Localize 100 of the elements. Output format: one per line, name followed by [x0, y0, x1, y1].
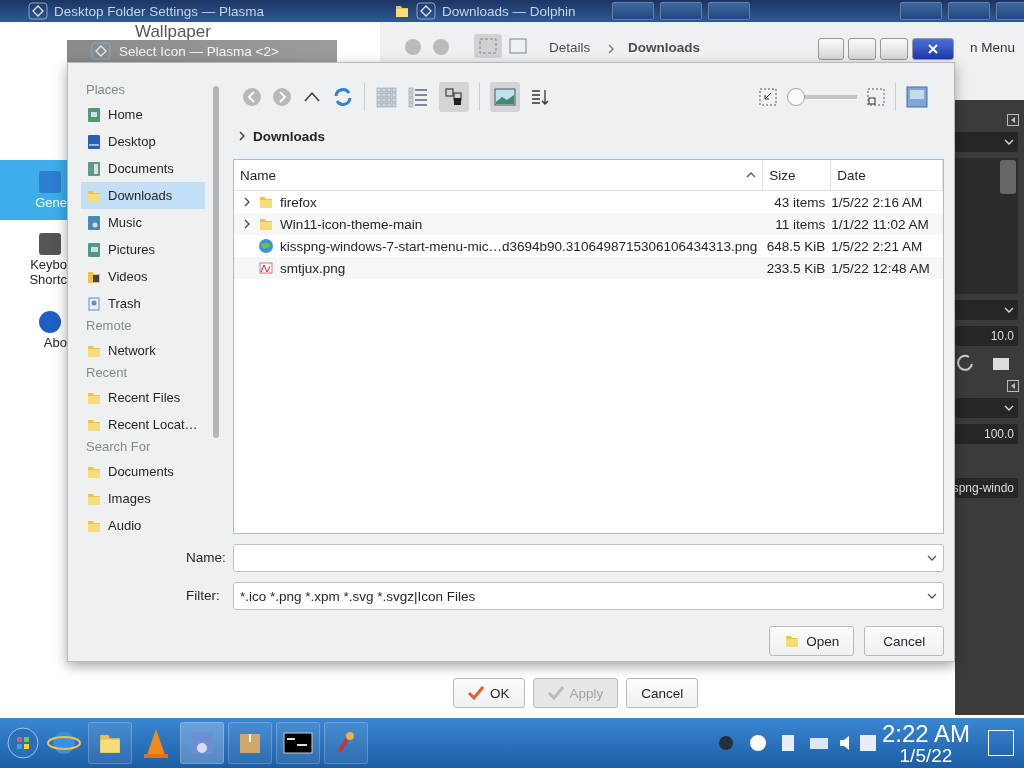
places-item[interactable]: Recent Locat…: [81, 411, 205, 438]
dropdown[interactable]: [955, 132, 1018, 152]
settings-category[interactable]: Abo: [0, 300, 67, 360]
folder-icon: [784, 633, 801, 649]
collapse-icon[interactable]: [1007, 114, 1019, 126]
chevron-icon: [242, 218, 252, 229]
list-view-icon[interactable]: [407, 86, 429, 108]
size-spinbox[interactable]: 10.0: [955, 326, 1018, 346]
places-heading: Recent: [85, 364, 129, 382]
places-item[interactable]: Trash: [81, 290, 205, 317]
maximize-button[interactable]: [880, 38, 908, 60]
zoom-out-icon[interactable]: [759, 88, 778, 106]
icon-view-icon[interactable]: [375, 86, 397, 108]
file-date: 1/5/22 12:48 AM: [831, 260, 930, 276]
places-item[interactable]: Audio: [81, 512, 205, 539]
close-button[interactable]: [912, 38, 954, 60]
chevron-icon: [1004, 403, 1014, 413]
places-item[interactable]: Documents: [81, 458, 205, 485]
places-heading: Places: [85, 81, 127, 99]
cancel-button[interactable]: Cancel: [626, 678, 699, 708]
file-size: 648.5 KiB: [766, 238, 826, 254]
places-item[interactable]: Desktop: [81, 128, 205, 155]
forward-icon[interactable]: [272, 87, 292, 107]
show-desktop-button[interactable]: [988, 730, 1014, 756]
system-tray-icons[interactable]: [717, 732, 878, 754]
file-row[interactable]: smtjux.png 233.5 KiB 1/5/22 12:48 AM: [234, 257, 944, 279]
file-date: 1/5/22 2:21 AM: [831, 238, 923, 254]
places-item[interactable]: Downloads: [81, 182, 205, 209]
location-crumb[interactable]: Downloads: [253, 128, 325, 144]
window-title: Downloads — Dolphin: [442, 3, 576, 19]
start-orb-icon[interactable]: [6, 726, 40, 760]
terminal-icon: [283, 732, 313, 754]
places-item[interactable]: Documents: [81, 155, 205, 182]
chevron-icon: [606, 44, 616, 54]
taskbar-app[interactable]: [276, 722, 320, 764]
chevron-icon: [1004, 137, 1014, 147]
dialog-title: Select Icon — Plasma <2>: [119, 43, 279, 59]
help-button[interactable]: [818, 38, 844, 60]
folder-icon: [258, 194, 274, 210]
desktop-icon: [86, 133, 102, 150]
tree-view-button[interactable]: [439, 82, 469, 112]
open-button[interactable]: Open: [769, 626, 855, 656]
settings-category[interactable]: Keybo Shortc: [0, 220, 67, 300]
landscape-icon: [494, 88, 516, 106]
collapse-icon[interactable]: [1007, 380, 1019, 392]
places-item[interactable]: Network: [81, 337, 205, 364]
name-field[interactable]: [233, 544, 945, 572]
scrollbar[interactable]: [213, 86, 219, 438]
places-item[interactable]: Home: [81, 101, 205, 128]
chevron-icon: [927, 591, 938, 601]
places-item[interactable]: Music: [81, 209, 205, 236]
menu-label[interactable]: n Menu: [970, 40, 1016, 55]
opacity-spinbox[interactable]: 100.0: [955, 424, 1018, 444]
places-item[interactable]: Pictures: [81, 236, 205, 263]
back-icon[interactable]: [242, 87, 262, 107]
file-date: 1/5/22 2:16 AM: [831, 194, 923, 210]
ok-button[interactable]: OK: [453, 678, 525, 708]
file-name: firefox: [280, 194, 317, 210]
chevron-icon: [1004, 305, 1014, 315]
slider-thumb[interactable]: [787, 88, 806, 106]
scrollbar-thumb[interactable]: [1000, 160, 1016, 194]
documents-icon: [86, 160, 102, 177]
minimize-button[interactable]: [848, 38, 876, 60]
settings-icon: [189, 730, 215, 756]
chevron-icon: [242, 196, 252, 207]
window-menu-icon[interactable]: [28, 2, 48, 20]
view-mode-label[interactable]: Details: [549, 40, 591, 55]
zoom-in-icon[interactable]: [867, 88, 886, 106]
file-name: kisspng-windows-7-start-menu-mic…d3694b90.3106498715306106434313.png: [280, 238, 758, 254]
image-preview-icon[interactable]: [906, 86, 929, 108]
window-menu-icon[interactable]: [416, 2, 436, 20]
pictures-icon: [86, 241, 102, 258]
minimize-button[interactable]: [612, 2, 654, 20]
dropdown[interactable]: [955, 300, 1018, 320]
places-heading: Remote: [85, 317, 133, 335]
rotate-dropdown[interactable]: [955, 398, 1018, 418]
taskbar-app[interactable]: [88, 722, 132, 764]
file-size: 43 items: [774, 194, 826, 210]
image-name: spng-windo: [955, 478, 1018, 498]
filter-field[interactable]: *.ico *.png *.xpm *.svg *.svgz|Icon Files: [233, 582, 945, 610]
checkmark-icon: [547, 686, 564, 700]
places-item[interactable]: Videos: [81, 263, 205, 290]
filter-label: Filter:: [186, 588, 220, 603]
path-segment[interactable]: Downloads: [628, 40, 700, 55]
sort-icon[interactable]: [530, 87, 550, 107]
clock-date[interactable]: 1/5/22: [899, 745, 953, 765]
places-item[interactable]: Images: [81, 485, 205, 512]
cancel-button[interactable]: Cancel: [864, 626, 945, 656]
clock-time[interactable]: 2:22 AM: [881, 721, 970, 746]
preview-button[interactable]: [490, 82, 520, 112]
file-row[interactable]: Win11-icon-theme-main 11 items 1/1/22 11:02 AM: [234, 213, 944, 235]
file-size: 233.5 KiB: [766, 260, 826, 276]
file-name: Win11-icon-theme-main: [280, 216, 423, 232]
folder-icon: [394, 3, 410, 19]
help-button[interactable]: [900, 2, 942, 20]
name-label: Name:: [186, 550, 226, 565]
maximize-button[interactable]: [660, 2, 702, 20]
back-icon[interactable]: [404, 38, 452, 56]
places-item[interactable]: Recent Files: [81, 384, 205, 411]
minimize-button[interactable]: [948, 2, 990, 20]
